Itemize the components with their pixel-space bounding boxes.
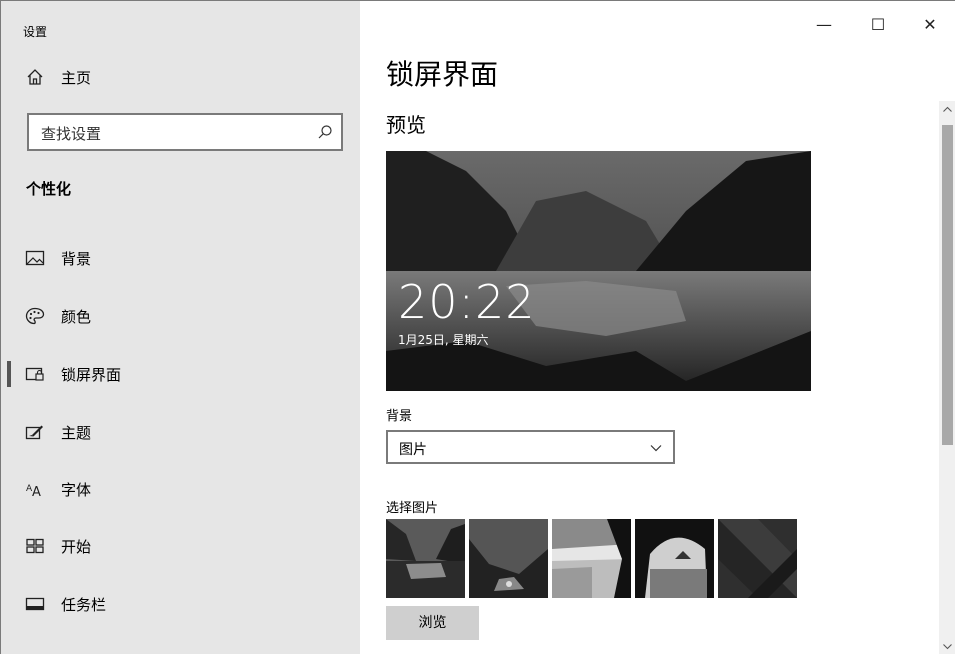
sidebar-item-theme[interactable]: 主题 [1, 411, 360, 455]
home-icon [27, 69, 43, 85]
sidebar-item-label: 主题 [61, 424, 92, 442]
preview-heading: 预览 [386, 113, 426, 137]
thumbnail-lake[interactable] [386, 519, 465, 598]
landscape-image [386, 151, 811, 391]
chevron-down-icon [650, 445, 662, 452]
page-title: 锁屏界面 [386, 58, 499, 91]
sidebar-item-label: 开始 [61, 538, 92, 556]
settings-window: 设置 主页 查找设置 个性化 背景 颜色 锁屏界面 主题 A A 字体 开始 任… [0, 0, 955, 654]
app-title: 设置 [23, 25, 48, 39]
browse-button[interactable]: 浏览 [386, 606, 479, 640]
vertical-scrollbar[interactable] [939, 101, 955, 654]
scroll-up-icon[interactable] [939, 101, 955, 118]
background-label: 背景 [386, 409, 413, 424]
section-title: 个性化 [26, 180, 72, 198]
picture-icon [25, 250, 45, 266]
sidebar-item-lock-screen[interactable]: 锁屏界面 [1, 353, 360, 397]
sidebar-item-color[interactable]: 颜色 [1, 295, 360, 339]
taskbar-icon [25, 597, 45, 611]
scrollbar-thumb[interactable] [942, 125, 953, 445]
sidebar-item-label: 字体 [61, 481, 92, 499]
lock-screen-icon [25, 367, 44, 381]
dropdown-value: 图片 [399, 442, 427, 458]
sidebar-item-home[interactable]: 主页 [1, 57, 360, 97]
sidebar-item-fonts[interactable]: A A 字体 [1, 468, 360, 512]
palette-icon [25, 307, 45, 325]
lock-screen-preview: 20:22 1月25日, 星期六 [386, 151, 811, 391]
scroll-down-icon[interactable] [939, 638, 955, 654]
minimize-button[interactable]: — [812, 15, 836, 34]
preview-clock: 20:22 [398, 275, 536, 329]
thumbnail-cave[interactable] [469, 519, 548, 598]
active-indicator [7, 361, 11, 387]
background-dropdown[interactable]: 图片 [386, 430, 675, 464]
theme-icon [25, 425, 43, 440]
search-placeholder: 查找设置 [41, 125, 102, 143]
thumbnail-abstract[interactable] [718, 519, 797, 598]
sidebar-item-start[interactable]: 开始 [1, 525, 360, 569]
thumbnail-arch[interactable] [635, 519, 714, 598]
search-icon[interactable] [317, 124, 333, 140]
sidebar-item-background[interactable]: 背景 [1, 237, 360, 281]
preview-date: 1月25日, 星期六 [398, 333, 489, 347]
sidebar-item-label: 锁屏界面 [61, 366, 122, 384]
sidebar: 设置 主页 查找设置 个性化 背景 颜色 锁屏界面 主题 A A 字体 开始 任… [1, 1, 360, 654]
close-button[interactable]: ✕ [918, 15, 942, 34]
sidebar-item-label: 颜色 [61, 308, 92, 326]
sidebar-item-taskbar[interactable]: 任务栏 [1, 583, 360, 627]
main-content: — ☐ ✕ 锁屏界面 预览 20:22 1月25日, 星期六 背景 图片 选择图… [360, 1, 955, 654]
start-icon [26, 538, 44, 554]
font-icon: A A [26, 484, 41, 498]
home-label: 主页 [61, 69, 92, 87]
search-input[interactable]: 查找设置 [27, 113, 343, 151]
sidebar-item-label: 任务栏 [61, 596, 107, 614]
sidebar-item-label: 背景 [61, 250, 92, 268]
maximize-button[interactable]: ☐ [866, 15, 890, 34]
choose-picture-label: 选择图片 [386, 501, 439, 516]
thumbnail-sea[interactable] [552, 519, 631, 598]
svg-text:A: A [32, 485, 41, 498]
